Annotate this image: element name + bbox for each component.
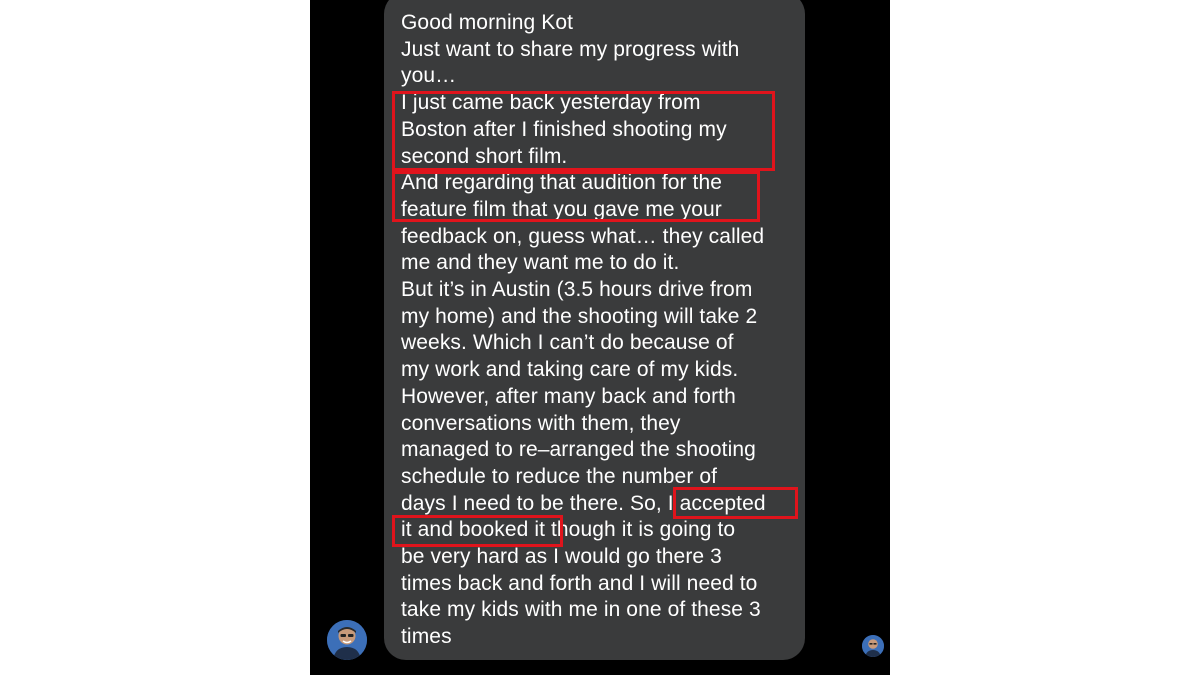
avatar-image <box>327 620 367 660</box>
message-line: times <box>401 625 452 649</box>
message-line: second short film. <box>401 144 568 168</box>
read-receipt-image <box>862 635 884 657</box>
message-line: I just came back yesterday from <box>401 91 701 115</box>
message-line: be very hard as I would go there 3 <box>401 545 722 569</box>
message-line: times back and forth and I will need to <box>401 571 758 595</box>
message-line: my work and taking care of my kids. <box>401 358 739 382</box>
read-receipt-avatar-icon <box>862 635 884 657</box>
message-line: me and they want me to do it. <box>401 251 680 275</box>
message-line: Good morning Kot <box>401 11 574 34</box>
message-line: you… <box>401 64 457 88</box>
message-line: take my kids with me in one of these 3 <box>401 598 761 622</box>
message-line: Just want to share my progress with <box>401 37 740 61</box>
message-line: feedback on, guess what… they called <box>401 224 765 248</box>
message-line: Boston after I finished shooting my <box>401 117 727 141</box>
message-line: But it’s in Austin (3.5 hours drive from <box>401 278 753 302</box>
message-line: my home) and the shooting will take 2 <box>401 304 758 328</box>
message-line: weeks. Which I can’t do because of <box>401 331 734 355</box>
message-line: However, after many back and forth <box>401 384 736 408</box>
message-text: Good morning Kot Just want to share my p… <box>401 10 811 651</box>
message-line: And regarding that audition for the <box>401 171 723 195</box>
chat-screen: Good morning Kot Just want to share my p… <box>310 0 890 675</box>
message-line: conversations with them, they <box>401 411 681 435</box>
message-line: schedule to reduce the number of <box>401 464 718 488</box>
message-line: it and booked it though it is going to <box>401 518 736 542</box>
message-line: days I need to be there. So, I accepted <box>401 491 766 515</box>
message-line: feature film that you gave me your <box>401 197 722 221</box>
message-line: managed to re–arranged the shooting <box>401 438 756 462</box>
avatar-icon[interactable] <box>327 620 367 660</box>
